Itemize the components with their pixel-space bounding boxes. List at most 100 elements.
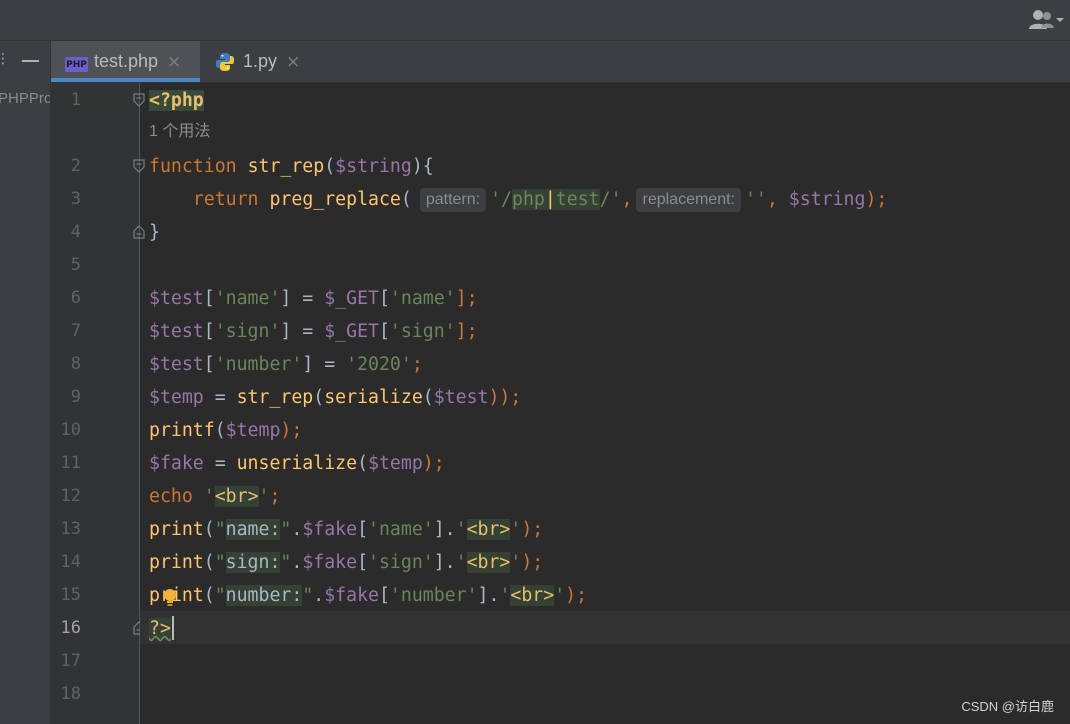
variable: $test [149, 288, 204, 309]
function-call: str_rep [236, 387, 314, 408]
punct: ] = [302, 354, 347, 375]
punct: )); [488, 387, 522, 408]
variable: $temp [149, 387, 204, 408]
string: '/ [490, 189, 512, 210]
fold-open-icon[interactable] [133, 159, 145, 173]
line-number: 18 [60, 684, 81, 704]
keyword: return [192, 189, 259, 210]
inlay-hint-pattern: pattern: [419, 188, 487, 212]
line-number: 12 [60, 486, 81, 506]
variable: $test [433, 387, 489, 408]
tab-label: test.php [94, 51, 159, 71]
line-number: 1 [70, 90, 81, 110]
variable: $string [788, 189, 866, 210]
line-number: 4 [70, 222, 81, 242]
fold-open-icon[interactable] [133, 93, 145, 107]
code-line-12[interactable]: echo '<br>'; [149, 480, 280, 513]
function-call: serialize [324, 387, 423, 408]
current-line-highlight [140, 611, 1070, 644]
variable: $test [149, 321, 204, 342]
user-icon[interactable] [1028, 9, 1066, 31]
code-line-14[interactable]: print("sign:".$fake['sign'].'<br>'); [149, 546, 543, 579]
tab-1-py[interactable]: 1.py × [215, 41, 325, 82]
php-file-icon: PHP [65, 57, 88, 72]
punct: ( [324, 156, 336, 177]
line-number: 15 [60, 585, 81, 605]
function-call: unserialize [236, 453, 358, 474]
punct: ); [280, 420, 303, 441]
code-line-9[interactable]: $temp = str_rep(serialize($test)); [149, 381, 521, 414]
string-text: name: [225, 519, 281, 540]
php-close-tag: ?> [149, 618, 171, 639]
line-number: 10 [60, 420, 81, 440]
code-line-15[interactable]: print("number:".$fake['number'].'<br>'); [149, 579, 587, 612]
line-number: 17 [60, 651, 81, 671]
html-tag: <br> [510, 585, 555, 606]
string: 'number' [214, 354, 303, 375]
watermark: CSDN @访白鹿 [961, 699, 1054, 714]
line-number: 7 [70, 321, 81, 341]
variable: $_GET [324, 288, 379, 309]
project-panel: ⋮ PHPPro [0, 41, 51, 724]
code-line-4[interactable]: } [149, 216, 160, 249]
editor-tab-bar: PHP test.php × 1.py × [51, 41, 1070, 83]
panel-options-icon[interactable]: ⋮ [0, 51, 10, 67]
code-line-10[interactable]: printf($temp); [149, 414, 302, 447]
param: $string [335, 156, 412, 177]
keyword: function [149, 156, 237, 177]
tab-test-php[interactable]: PHP test.php × [51, 41, 200, 82]
line-number: 9 [70, 387, 81, 407]
punct: } [149, 222, 160, 243]
punct: = [203, 453, 237, 474]
title-bar [0, 0, 1070, 41]
collapse-panel-icon[interactable] [22, 60, 39, 62]
fold-close-icon[interactable] [133, 225, 145, 239]
punct: = [203, 387, 237, 408]
variable: $fake [324, 585, 379, 606]
string: 'name' [368, 519, 434, 540]
punct: ){ [411, 156, 434, 177]
punct: ); [865, 189, 888, 210]
code-line-6[interactable]: $test['name'] = $_GET['name']; [149, 282, 478, 315]
code-line-2[interactable]: function str_rep($string){ [149, 150, 434, 183]
code-line-16[interactable]: ?> [149, 612, 171, 645]
text-caret [172, 616, 174, 640]
punct: ); [422, 453, 445, 474]
close-tab-icon[interactable]: × [286, 52, 300, 72]
regex-alternation: | [544, 189, 556, 210]
function-call: printf [149, 420, 215, 441]
variable: $fake [302, 519, 358, 540]
close-tab-icon[interactable]: × [167, 52, 181, 72]
python-file-icon [216, 52, 234, 71]
punct: ( [400, 189, 412, 210]
html-tag: <br> [214, 486, 259, 507]
usage-count-hint[interactable]: 1 个用法 [149, 117, 210, 141]
code-line-13[interactable]: print("name:".$fake['name'].'<br>'); [149, 513, 543, 546]
line-number: 5 [70, 255, 81, 275]
php-open-tag: <?php [149, 90, 204, 111]
regex-fragment: php [512, 189, 545, 210]
punct: , [621, 189, 633, 210]
code-line-11[interactable]: $fake = unserialize($temp); [149, 447, 445, 480]
string-text: sign: [225, 552, 281, 573]
string: 'sign' [368, 552, 434, 573]
variable: $_GET [324, 321, 379, 342]
string: 'sign' [214, 321, 281, 342]
line-number: 14 [60, 552, 81, 572]
lightbulb-icon[interactable] [162, 588, 178, 608]
string: 'name' [214, 288, 281, 309]
punct: ] = [280, 288, 325, 309]
code-line-8[interactable]: $test['number'] = '2020'; [149, 348, 423, 381]
code-line-7[interactable]: $test['sign'] = $_GET['sign']; [149, 315, 478, 348]
variable: $test [149, 354, 204, 375]
string: /' [599, 189, 622, 210]
punct: ; [269, 486, 281, 507]
code-line-1[interactable]: <?php [149, 84, 204, 117]
inlay-hint-replacement: replacement: [636, 188, 741, 212]
line-number: 6 [70, 288, 81, 308]
project-root-label[interactable]: PHPPro [0, 90, 50, 107]
punct: , [766, 189, 778, 210]
function-name: str_rep [247, 156, 325, 177]
code-line-3[interactable]: return preg_replace(pattern: '/php|test/'… [149, 183, 887, 216]
tab-label: 1.py [243, 51, 278, 71]
